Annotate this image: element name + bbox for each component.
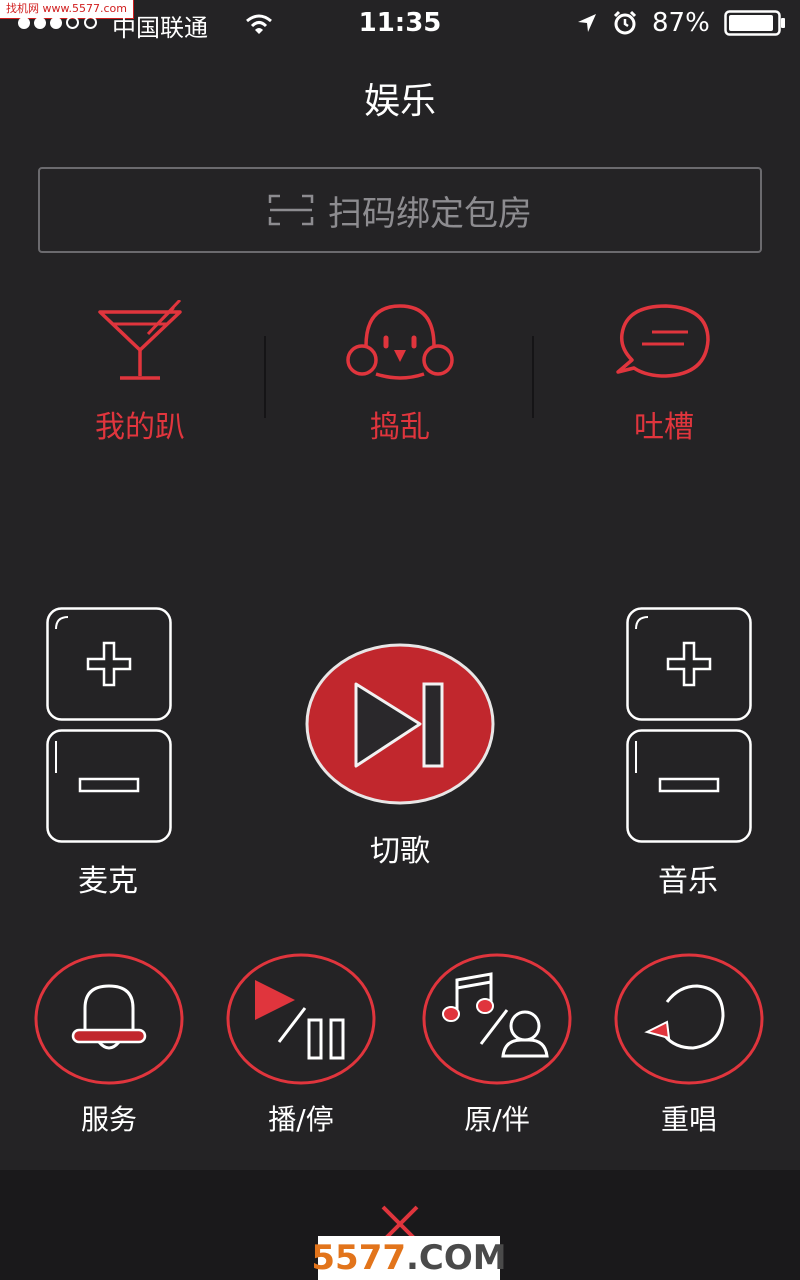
play-pause-icon: [226, 953, 376, 1085]
watermark-number: 5577: [311, 1238, 407, 1278]
play-pause-label: 播/停: [268, 1103, 334, 1136]
feature-mischief[interactable]: 捣乱: [270, 300, 530, 446]
original-accompany-icon: [422, 953, 572, 1085]
scan-button-label: 扫码绑定包房: [328, 193, 532, 234]
battery-icon: [724, 10, 785, 36]
scan-bind-room-button[interactable]: 扫码绑定包房: [38, 167, 762, 253]
watermark-domain: .COM: [406, 1238, 507, 1278]
battery-percentage: 87%: [652, 8, 710, 38]
replay-button[interactable]: [613, 952, 765, 1090]
divider: [264, 336, 266, 418]
watermark-logo: 5577 .COM: [311, 1236, 507, 1280]
bell-icon: [34, 953, 184, 1085]
status-bar: 中国联通 11:35 87%: [0, 0, 800, 46]
feature-my-party[interactable]: 我的趴: [10, 298, 270, 446]
feature-label: 捣乱: [370, 410, 430, 445]
replay-icon: [614, 953, 764, 1085]
service-label: 服务: [80, 1103, 137, 1136]
cut-song-button[interactable]: [304, 642, 496, 810]
chat-bubble-icon: [616, 304, 710, 378]
feature-label: 吐槽: [634, 410, 694, 445]
original-accompany-label: 原/伴: [464, 1103, 530, 1136]
feature-complain[interactable]: 吐槽: [534, 300, 794, 446]
location-icon: [578, 14, 596, 32]
skip-next-icon: [305, 643, 495, 805]
mic-volume-down-button[interactable]: [46, 729, 172, 847]
scan-icon: [268, 194, 314, 226]
alarm-icon: [613, 10, 637, 35]
mic-volume-up-button[interactable]: [46, 607, 172, 725]
cocktail-icon: [98, 298, 182, 380]
service-button[interactable]: [33, 952, 185, 1090]
music-volume-up-button[interactable]: [626, 607, 752, 725]
play-pause-button[interactable]: [225, 952, 377, 1090]
replay-label: 重唱: [660, 1103, 717, 1136]
plus-icon: [626, 607, 752, 721]
mic-label: 麦克: [78, 864, 138, 899]
music-volume-down-button[interactable]: [626, 729, 752, 847]
plus-icon: [46, 607, 172, 721]
feature-label: 我的趴: [95, 410, 185, 445]
mischief-face-icon: [346, 304, 454, 380]
music-label: 音乐: [658, 864, 718, 899]
original-accompany-button[interactable]: [421, 952, 573, 1090]
minus-icon: [626, 729, 752, 843]
cut-song-label: 切歌: [370, 834, 430, 869]
page-title: 娱乐: [363, 81, 436, 122]
minus-icon: [46, 729, 172, 843]
